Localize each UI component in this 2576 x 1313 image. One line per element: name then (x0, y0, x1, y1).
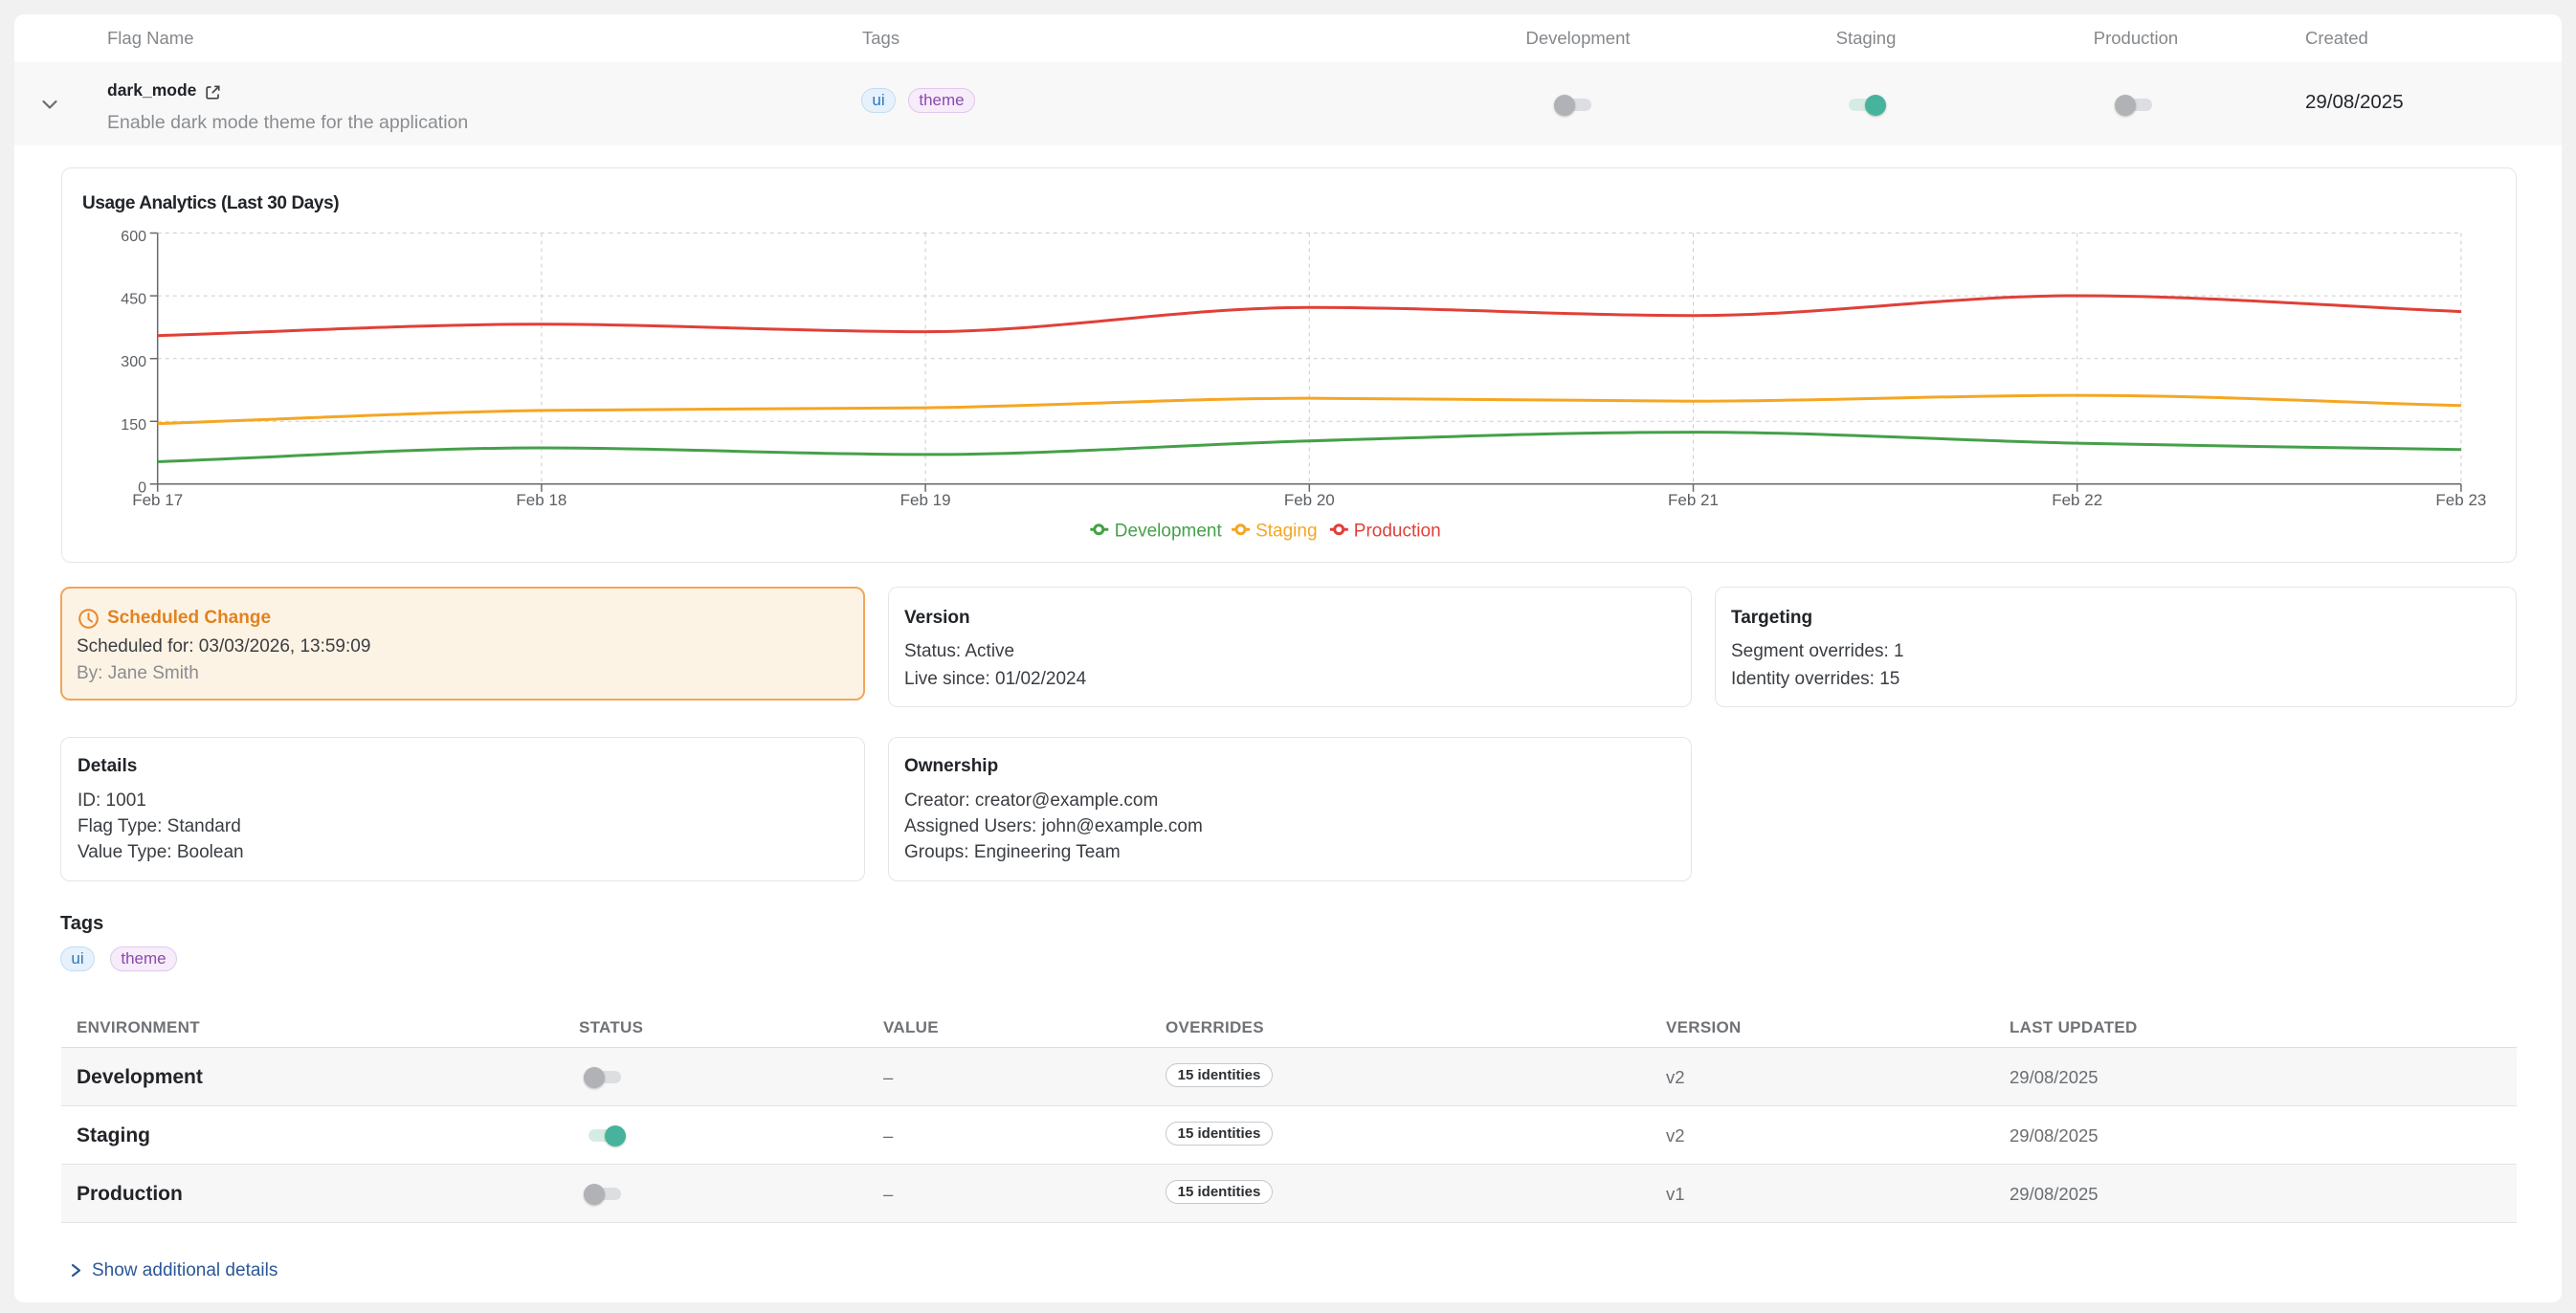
svg-text:Feb 20: Feb 20 (1284, 491, 1335, 509)
svg-text:Production: Production (1354, 522, 1441, 542)
svg-text:Feb 17: Feb 17 (132, 491, 183, 509)
svg-text:Feb 22: Feb 22 (2052, 491, 2102, 509)
svg-text:150: 150 (121, 417, 146, 434)
svg-text:Feb 19: Feb 19 (900, 491, 951, 509)
svg-text:450: 450 (121, 292, 146, 308)
svg-text:Staging: Staging (1255, 522, 1317, 542)
svg-text:300: 300 (121, 354, 146, 370)
svg-text:Development: Development (1115, 522, 1223, 542)
svg-text:600: 600 (121, 229, 146, 245)
svg-text:Feb 18: Feb 18 (516, 491, 566, 509)
svg-text:Feb 23: Feb 23 (2435, 491, 2486, 509)
svg-text:Feb 21: Feb 21 (1668, 491, 1719, 509)
